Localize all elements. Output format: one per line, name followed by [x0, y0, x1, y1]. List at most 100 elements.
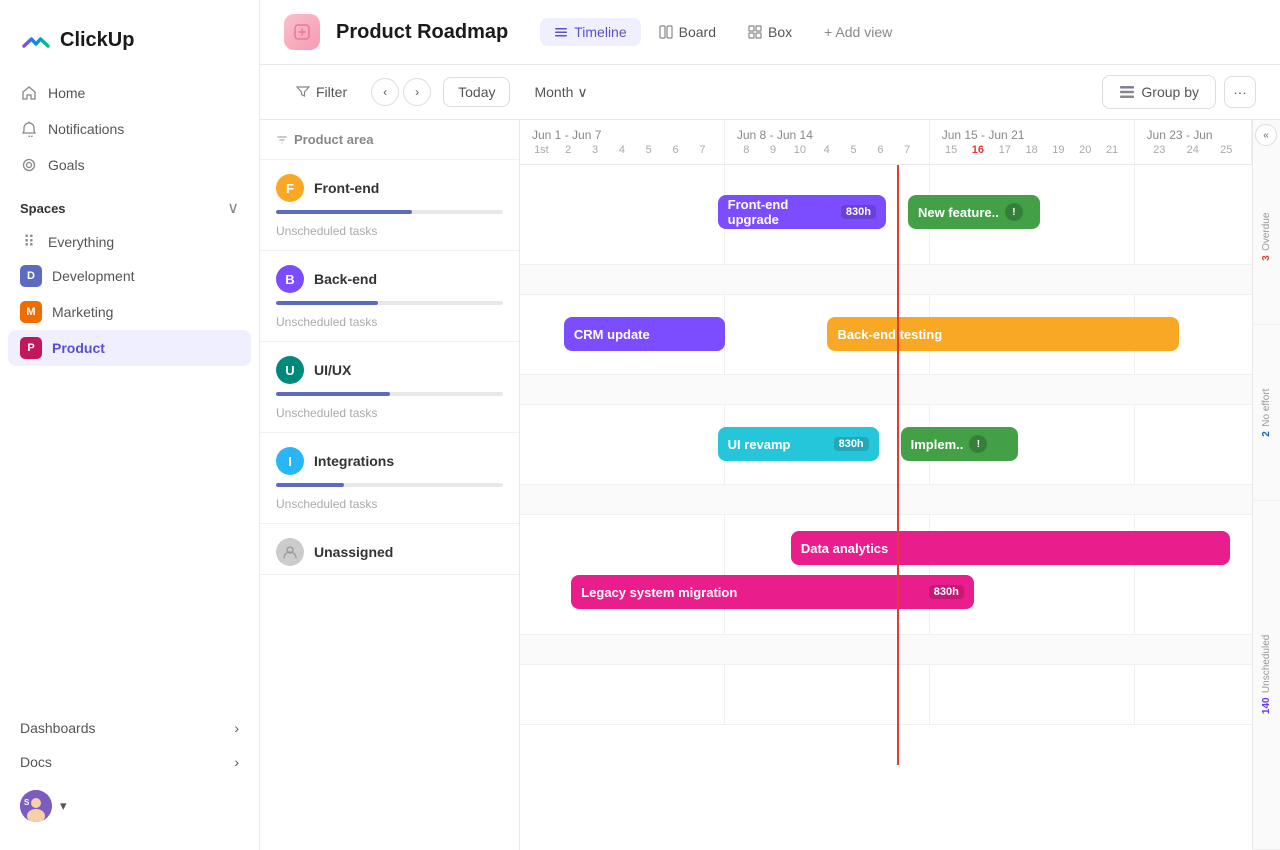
today-button[interactable]: Today [443, 77, 510, 107]
dashboards-arrow: › [234, 720, 239, 736]
sidebar-item-product[interactable]: P Product [8, 330, 251, 366]
group-header-uiux[interactable]: U UI/UX [260, 342, 519, 392]
sidebar-item-development[interactable]: D Development [8, 258, 251, 294]
sidebar-development-label: Development [52, 268, 135, 284]
next-arrow-button[interactable]: › [403, 78, 431, 106]
overdue-count: 3 [1261, 256, 1272, 262]
spaces-label: Spaces [20, 201, 66, 216]
spaces-list: ⠿ Everything D Development M Marketing P… [0, 226, 259, 366]
group-header-frontend[interactable]: F Front-end [260, 160, 519, 210]
sidebar: ClickUp Home Notifications Goals Spaces … [0, 0, 260, 850]
sidebar-item-everything[interactable]: ⠿ Everything [8, 226, 251, 258]
task-crm-update[interactable]: CRM update [564, 317, 725, 351]
day-13: 6 [867, 144, 894, 156]
uiux-unscheduled: Unscheduled tasks [260, 400, 519, 432]
group-header-unassigned[interactable]: Unassigned [260, 524, 519, 574]
group-by-button[interactable]: Group by [1102, 75, 1216, 109]
day-18: 18 [1018, 144, 1045, 156]
task-backend-testing[interactable]: Back-end testing [827, 317, 1178, 351]
group-header-integrations[interactable]: I Integrations [260, 433, 519, 483]
sidebar-marketing-label: Marketing [52, 304, 113, 320]
overdue-label: Overdue [1261, 213, 1272, 251]
task-new-feature[interactable]: New feature.. ! [908, 195, 1040, 229]
more-icon: ··· [1233, 85, 1246, 100]
sidebar-notifications-label: Notifications [48, 121, 124, 137]
goals-icon [20, 156, 38, 174]
frontend-name: Front-end [314, 180, 379, 196]
timeline-icon [554, 25, 568, 39]
month-selector-button[interactable]: Month ∨ [522, 78, 599, 107]
uiux-name: UI/UX [314, 362, 351, 378]
frontend-avatar: F [276, 174, 304, 202]
day-20: 20 [1072, 144, 1099, 156]
filter-icon [296, 85, 310, 99]
tab-box[interactable]: Box [734, 18, 806, 46]
filter-button[interactable]: Filter [284, 78, 359, 106]
sidebar-item-docs[interactable]: Docs › [8, 746, 251, 778]
week-label-jun15: Jun 15 - Jun 21 [930, 120, 1134, 144]
day-1st: 1st [528, 144, 555, 156]
user-profile[interactable]: S ▾ [0, 778, 259, 834]
spaces-toggle[interactable]: ∨ [227, 198, 239, 218]
day-6: 6 [662, 144, 689, 156]
frontend-progress-fill [276, 210, 412, 214]
main-content: Product Roadmap Timeline Board Box + Add… [260, 0, 1280, 850]
task-implement[interactable]: Implem.. ! [901, 427, 1018, 461]
column-header: Product area [260, 120, 519, 160]
collapse-icon[interactable]: « [1255, 124, 1277, 146]
group-header-backend[interactable]: B Back-end [260, 251, 519, 301]
task-ui-revamp[interactable]: UI revamp 830h [718, 427, 879, 461]
clickup-logo-icon [20, 24, 52, 56]
tab-board[interactable]: Board [645, 18, 730, 46]
implement-warning-icon: ! [969, 435, 987, 453]
svg-text:S: S [24, 798, 30, 807]
day-5: 5 [635, 144, 662, 156]
more-options-button[interactable]: ··· [1224, 76, 1256, 108]
group-by-icon [1119, 84, 1135, 100]
avatar: S [20, 790, 52, 822]
tab-timeline[interactable]: Timeline [540, 18, 640, 46]
page-header: Product Roadmap Timeline Board Box + Add… [260, 0, 1280, 65]
box-icon [748, 25, 762, 39]
docs-label: Docs [20, 754, 52, 770]
dashboards-label: Dashboards [20, 720, 96, 736]
day-16: 16 [965, 144, 992, 156]
week-jun23: Jun 23 - Jun 23 24 25 [1135, 120, 1252, 164]
sidebar-item-dashboards[interactable]: Dashboards › [8, 712, 251, 744]
day-2: 2 [555, 144, 582, 156]
logo-text: ClickUp [60, 29, 134, 52]
board-icon [659, 25, 673, 39]
product-avatar: P [20, 337, 42, 359]
overdue-section: 3 Overdue [1253, 120, 1280, 325]
toolbar-right: Group by ··· [1102, 75, 1256, 109]
sidebar-item-home[interactable]: Home [8, 76, 251, 110]
task-legacy-migration[interactable]: Legacy system migration 830h [571, 575, 974, 609]
add-view-button[interactable]: + Add view [810, 18, 906, 46]
sidebar-item-marketing[interactable]: M Marketing [8, 294, 251, 330]
days-jun8: 8 9 10 4 5 6 7 [725, 144, 929, 164]
timeline-header: Jun 1 - Jun 7 1st 2 3 4 5 6 7 Jun 8 - Ju… [520, 120, 1252, 165]
task-frontend-upgrade[interactable]: Front-end upgrade 830h [718, 195, 886, 229]
project-icon [284, 14, 320, 50]
days-jun15: 15 16 17 18 19 20 21 [930, 144, 1134, 164]
sort-icon [276, 134, 288, 146]
timeline-unscheduled-integrations [520, 635, 1252, 665]
sidebar-product-label: Product [52, 340, 105, 356]
group-unassigned: Unassigned [260, 524, 519, 575]
bell-icon [20, 120, 38, 138]
week-label-jun8: Jun 8 - Jun 14 [725, 120, 929, 144]
sidebar-item-notifications[interactable]: Notifications [8, 112, 251, 146]
day-14: 7 [894, 144, 921, 156]
sidebar-home-label: Home [48, 85, 85, 101]
sidebar-item-goals[interactable]: Goals [8, 148, 251, 182]
collapse-button[interactable]: « [1255, 124, 1277, 146]
sidebar-everything-label: Everything [48, 234, 114, 250]
timeline-group-frontend: Front-end upgrade 830h New feature.. ! [520, 165, 1252, 265]
integrations-avatar: I [276, 447, 304, 475]
prev-arrow-button[interactable]: ‹ [371, 78, 399, 106]
uiux-avatar: U [276, 356, 304, 384]
day-23: 23 [1143, 144, 1177, 156]
week-jun1: Jun 1 - Jun 7 1st 2 3 4 5 6 7 [520, 120, 725, 164]
task-data-analytics[interactable]: Data analytics [791, 531, 1230, 565]
day-19: 19 [1045, 144, 1072, 156]
